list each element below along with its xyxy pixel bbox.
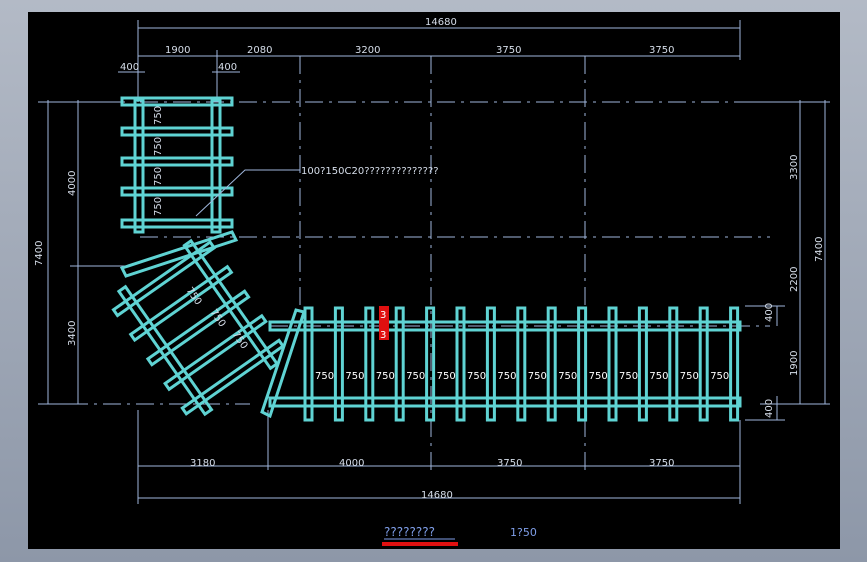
- post-9: [546, 306, 557, 422]
- post-10: [577, 306, 588, 422]
- dim-left-upper: 4000: [67, 171, 78, 196]
- plan-drawing: 3 3 14680 1900 2080 3200 3750 3750 400 4…: [34, 17, 830, 546]
- spacing-h-5: 750: [437, 371, 456, 382]
- callout-text: 100?150C20??????????????: [301, 166, 439, 177]
- posts: [303, 306, 740, 422]
- dim-right-small-top: 400: [764, 303, 775, 322]
- spacing-v-4: 750: [153, 197, 164, 216]
- spacing-h-labels: 750 750 750 750 750 750 750 750 750 750 750 750 750 7…: [315, 371, 729, 382]
- post-2: [333, 306, 344, 422]
- post-11: [607, 306, 618, 422]
- spacing-h-1: 750: [315, 371, 334, 382]
- dim-bottom-4: 3750: [649, 458, 674, 469]
- marker-text-2: 3: [380, 330, 386, 341]
- dim-bottom-overall: 14680: [421, 490, 453, 501]
- spacing-v-1: 750: [153, 106, 164, 125]
- spacing-h-10: 750: [589, 371, 608, 382]
- spacing-v-2: 750: [153, 137, 164, 156]
- drawing-canvas[interactable]: 3 3 14680 1900 2080 3200 3750 3750 400 4…: [28, 12, 840, 549]
- dim-right-middle: 2200: [789, 267, 800, 292]
- post-8: [516, 306, 527, 422]
- spacing-h-7: 750: [497, 371, 516, 382]
- dim-top-small-left: 400: [120, 62, 139, 73]
- spacing-h-6: 750: [467, 371, 486, 382]
- dim-top-2: 2080: [247, 45, 272, 56]
- marker-text-1: 3: [380, 310, 386, 321]
- title-red-underline: [382, 542, 458, 546]
- spacing-h-3: 750: [376, 371, 395, 382]
- spacing-v-3: 750: [153, 167, 164, 186]
- spacing-h-8: 750: [528, 371, 547, 382]
- dim-bottom-1: 3180: [190, 458, 215, 469]
- dim-top-5: 3750: [649, 45, 674, 56]
- spacing-h-13: 750: [680, 371, 699, 382]
- post-4: [394, 306, 405, 422]
- spacing-h-12: 750: [649, 371, 668, 382]
- spacing-h-9: 750: [558, 371, 577, 382]
- dim-left-lower: 3400: [67, 321, 78, 346]
- post-12: [637, 306, 648, 422]
- dim-top-1: 1900: [165, 45, 190, 56]
- drawing-scale: 1?50: [510, 526, 537, 539]
- dimension-lines: [38, 20, 830, 504]
- spacing-h-4: 750: [406, 371, 425, 382]
- post-3: [364, 306, 375, 422]
- dim-bottom-2: 4000: [339, 458, 364, 469]
- spacing-h-11: 750: [619, 371, 638, 382]
- post-5: [425, 306, 436, 422]
- dim-right-upper: 3300: [789, 155, 800, 180]
- axis-lines: [70, 56, 770, 470]
- spacing-h-2: 750: [345, 371, 364, 382]
- dim-right-lower: 1900: [789, 351, 800, 376]
- post-1: [303, 306, 314, 422]
- post-14: [698, 306, 709, 422]
- dim-right-overall: 7400: [814, 237, 825, 262]
- spacing-d-2: 750: [208, 307, 228, 329]
- window-frame: 3 3 14680 1900 2080 3200 3750 3750 400 4…: [0, 0, 867, 562]
- dim-left-overall: 7400: [34, 241, 45, 266]
- spacing-h-14: 750: [710, 371, 729, 382]
- post-13: [668, 306, 679, 422]
- dim-top-small-right: 400: [218, 62, 237, 73]
- dim-top-4: 3750: [496, 45, 521, 56]
- post-7: [485, 306, 496, 422]
- drawing-title: ????????: [384, 525, 435, 539]
- dim-right-small-bottom: 400: [764, 399, 775, 418]
- dim-top-overall: 14680: [425, 17, 457, 28]
- post-15: [729, 306, 740, 422]
- dim-top-3: 3200: [355, 45, 380, 56]
- post-6: [455, 306, 466, 422]
- dim-bottom-3: 3750: [497, 458, 522, 469]
